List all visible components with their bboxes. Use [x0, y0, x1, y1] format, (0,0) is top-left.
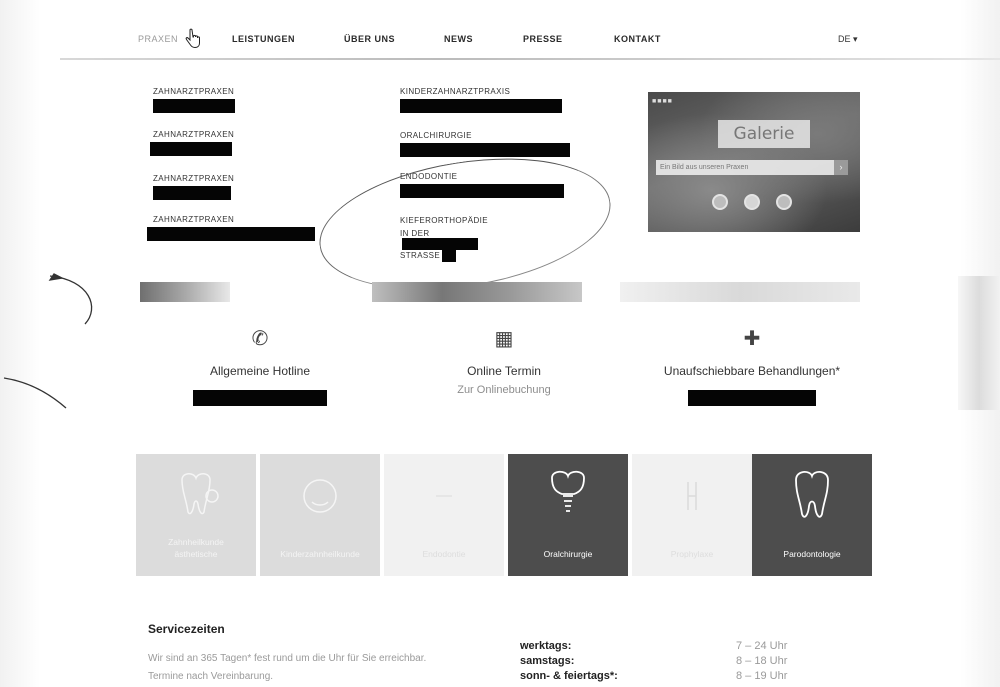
gallery-play-icon[interactable]	[744, 194, 760, 210]
menu-item-zahnarztpraxen[interactable]: ZAHNARZTPRAXEN	[153, 87, 235, 113]
service-hours-table: werktags: 7 – 24 Uhr samstags: 8 – 18 Uh…	[520, 640, 800, 685]
redaction-bar	[400, 99, 562, 113]
phone-icon: ✆	[251, 328, 269, 350]
medical-cross-icon: ✚	[743, 328, 761, 350]
redaction-bar	[150, 142, 232, 156]
tile-label: Oralchirurgie	[543, 549, 593, 559]
redaction-bar	[688, 390, 816, 406]
redaction-bar	[153, 186, 231, 200]
hours-day: sonn- & feiertags*:	[520, 670, 618, 682]
hotline-label: Allgemeine Hotline	[209, 364, 311, 378]
nav-item-leistungen[interactable]: LEISTUNGEN	[232, 34, 295, 44]
hero-image-fragment	[372, 282, 582, 302]
gallery-search-button[interactable]: ›	[834, 160, 848, 175]
tile-endodontics[interactable]: Endodontie	[384, 454, 504, 576]
nav-item-kontakt[interactable]: KONTAKT	[614, 34, 661, 44]
menu-item-kinderzahnarztpraxis[interactable]: KINDERZAHNARZTPRAXIS	[400, 87, 562, 113]
toothbrush-icon	[687, 482, 697, 510]
menu-item-label: ORALCHIRURGIE	[400, 131, 472, 140]
tile-pediatric-dentistry[interactable]: Kinderzahnheilkunde	[260, 454, 380, 576]
online-termin-label: Online Termin	[467, 364, 541, 378]
emergency-label: Unaufschiebbare Behandlungen*	[663, 364, 841, 378]
hours-time: 7 – 24 Uhr	[736, 640, 788, 652]
tile-label: Zahnheilkunde ästhetische	[136, 536, 256, 560]
hours-row: sonn- & feiertags*: 8 – 19 Uhr	[520, 670, 800, 685]
tile-periodontology[interactable]: Parodontologie	[752, 454, 872, 576]
nav-item-ueber-uns[interactable]: ÜBER UNS	[344, 34, 395, 44]
menu-item-zahnarztpraxen[interactable]: ZAHNARZTPRAXEN	[153, 174, 234, 200]
tile-label-line1: Zahnheilkunde	[168, 537, 224, 547]
nav-divider	[60, 58, 1000, 60]
menu-item-label: KINDERZAHNARZTPRAXIS	[400, 87, 511, 96]
menu-item-label: ZAHNARZTPRAXEN	[153, 215, 235, 224]
tile-oral-surgery[interactable]: Oralchirurgie	[508, 454, 628, 576]
menu-item-oralchirurgie[interactable]: ORALCHIRURGIE	[400, 131, 570, 157]
nav-item-news[interactable]: NEWS	[444, 34, 473, 44]
tooth-icon	[795, 471, 829, 518]
hours-time: 8 – 19 Uhr	[736, 670, 788, 682]
hours-day: werktags:	[520, 640, 572, 652]
tooth-check-icon	[181, 473, 219, 515]
language-selector[interactable]: DE ▾	[838, 34, 858, 45]
menu-item-label: ZAHNARZTPRAXEN	[153, 130, 235, 139]
root-icon	[436, 495, 452, 497]
gallery-prev-icon[interactable]	[712, 194, 728, 210]
hand-cursor-icon	[185, 28, 200, 49]
info-hotline[interactable]: ✆ Allgemeine Hotline	[170, 326, 350, 406]
scan-shadow-left	[0, 0, 40, 687]
hours-time: 8 – 18 Uhr	[736, 655, 788, 667]
hours-day: samstags:	[520, 655, 575, 667]
calendar-icon: ▦	[494, 328, 514, 350]
tile-label: Parodontologie	[783, 549, 841, 559]
gallery-brand-logo: ■■■■	[652, 98, 673, 105]
hero-image-fragment	[140, 282, 230, 302]
redaction-bar	[193, 390, 327, 406]
decorative-swoosh	[48, 273, 93, 325]
gallery-next-icon[interactable]	[776, 194, 792, 210]
hours-row: samstags: 8 – 18 Uhr	[520, 655, 800, 670]
tile-label: Kinderzahnheilkunde	[280, 549, 360, 559]
menu-item-zahnarztpraxen[interactable]: ZAHNARZTPRAXEN	[150, 130, 235, 156]
menu-item-label: ZAHNARZTPRAXEN	[153, 87, 235, 96]
gallery-teaser[interactable]: ■■■■ Galerie Ein Bild aus unseren Praxen…	[648, 92, 860, 232]
tile-label-line2: ästhetische	[174, 549, 218, 559]
menu-item-zahnarztpraxen[interactable]: ZAHNARZTPRAXEN	[147, 215, 315, 241]
tile-prophylaxis[interactable]: Prophylaxe	[632, 454, 752, 576]
nav-item-praxen[interactable]: PRAXEN	[138, 34, 178, 44]
gallery-search-input[interactable]: Ein Bild aus unseren Praxen	[656, 160, 834, 175]
hero-image-fragment	[958, 276, 1000, 410]
decorative-swoosh	[3, 377, 67, 409]
service-hours-text: Wir sind an 365 Tagen* fest rund um die …	[148, 653, 427, 682]
hours-row: werktags: 7 – 24 Uhr	[520, 640, 800, 655]
service-hours-title: Servicezeiten	[148, 622, 225, 636]
nav-item-presse[interactable]: PRESSE	[523, 34, 563, 44]
tile-label: Endodontie	[422, 549, 466, 559]
gallery-title: Galerie	[718, 120, 810, 148]
service-tiles: Zahnheilkunde ästhetische Kinderzahnheil…	[136, 454, 872, 576]
redaction-bar	[400, 143, 570, 157]
menu-item-label: ZAHNARZTPRAXEN	[153, 174, 235, 183]
info-online-termin[interactable]: ▦ Online Termin Zur Onlinebuchung	[414, 326, 594, 396]
info-emergency[interactable]: ✚ Unaufschiebbare Behandlungen*	[640, 326, 864, 406]
tile-label: Prophylaxe	[670, 549, 714, 559]
main-navigation: PRAXEN LEISTUNGEN ÜBER UNS NEWS PRESSE K…	[0, 28, 1000, 52]
redaction-bar	[147, 227, 315, 241]
child-face-icon	[303, 479, 337, 513]
hero-image-fragment	[620, 282, 860, 302]
redaction-bar	[153, 99, 235, 113]
online-booking-link[interactable]: Zur Onlinebuchung	[414, 384, 594, 396]
implant-icon	[551, 470, 585, 512]
tile-aesthetic-dentistry[interactable]: Zahnheilkunde ästhetische	[136, 454, 256, 576]
